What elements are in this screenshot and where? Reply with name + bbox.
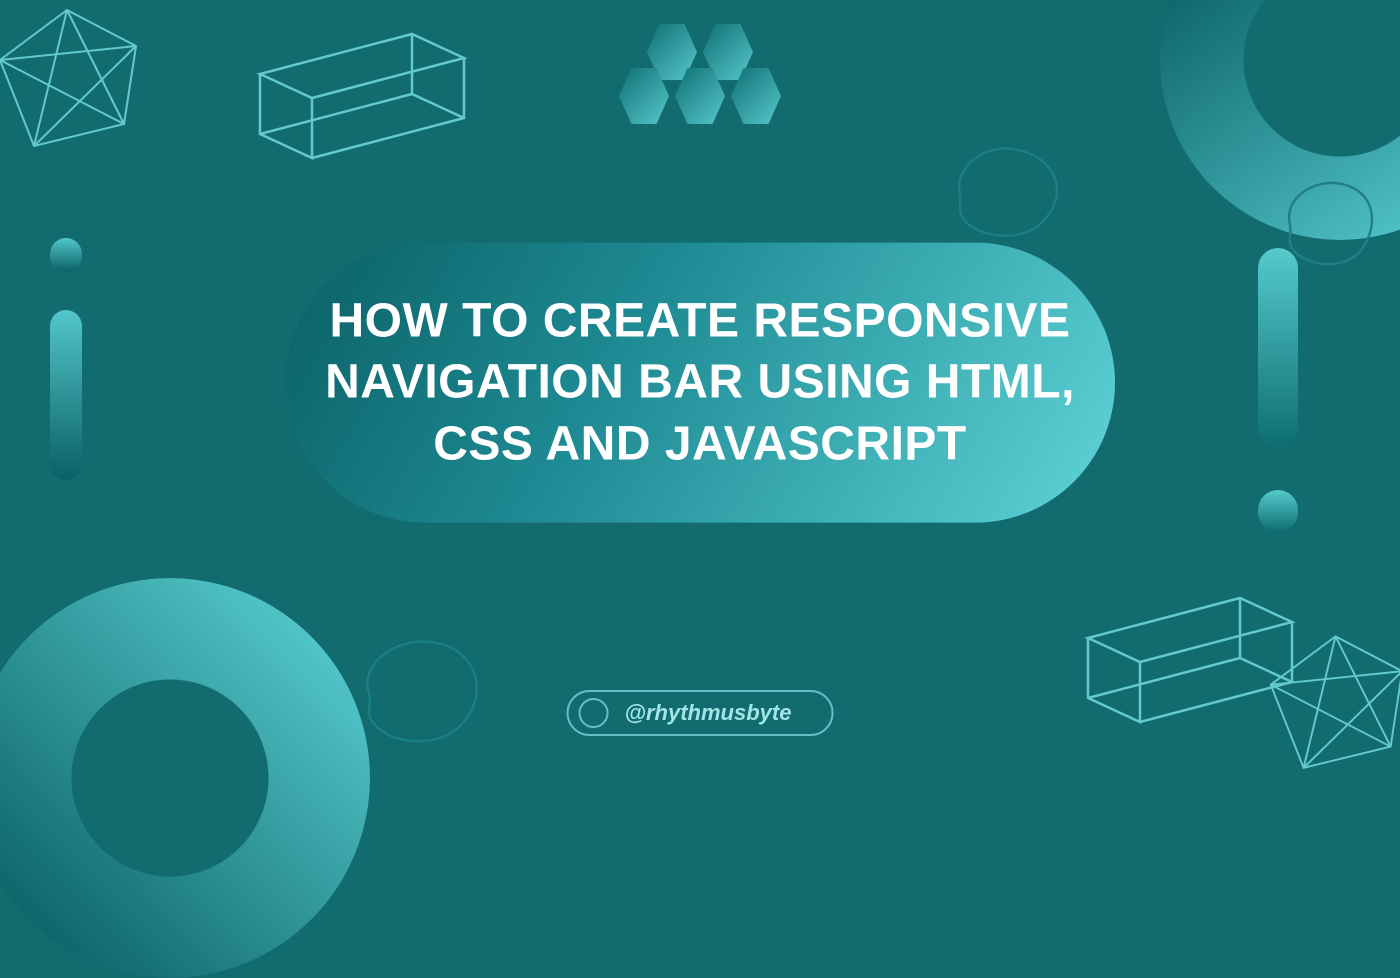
hexagon-cluster-icon xyxy=(616,24,784,124)
blob-outline-icon xyxy=(1280,175,1380,270)
wireframe-polyhedron-icon xyxy=(0,6,142,156)
author-handle-badge: @rhythmusbyte xyxy=(567,690,834,736)
pill-shape xyxy=(50,310,82,480)
circle-icon xyxy=(579,698,609,728)
pill-shape xyxy=(50,238,82,272)
blob-outline-icon xyxy=(355,633,490,748)
hero-title: HOW TO CREATE RESPONSIVE NAVIGATION BAR … xyxy=(321,291,1079,475)
wireframe-polyhedron-icon xyxy=(1263,630,1400,780)
title-card: HOW TO CREATE RESPONSIVE NAVIGATION BAR … xyxy=(285,243,1115,523)
pill-shape xyxy=(1258,248,1298,448)
ring-shape-bottom-left xyxy=(0,578,370,978)
wireframe-cuboid-icon xyxy=(252,26,472,176)
author-handle: @rhythmusbyte xyxy=(625,700,792,726)
pill-shape xyxy=(1258,490,1298,532)
blob-outline-icon xyxy=(948,140,1068,240)
